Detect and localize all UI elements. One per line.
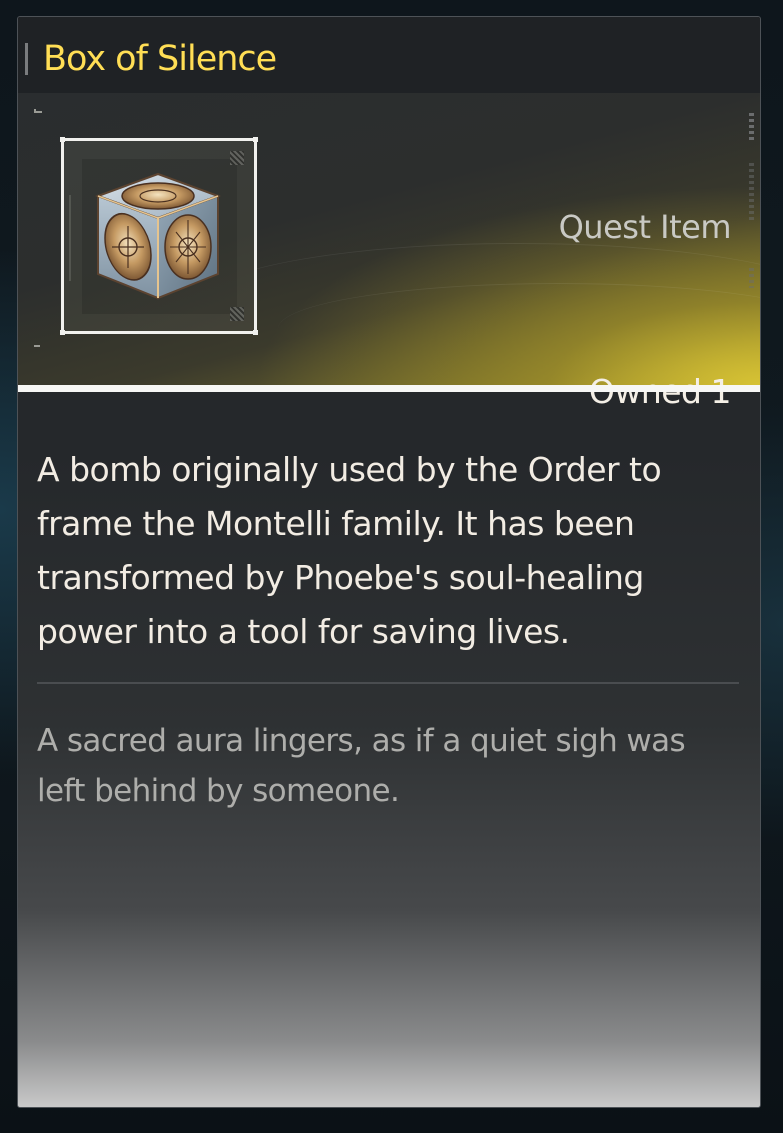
frame-corner-dot (60, 330, 65, 335)
item-header: Box of Silence (18, 17, 760, 93)
owned-count-label: Owned1 (589, 371, 732, 413)
corner-mark (34, 109, 42, 113)
section-divider (37, 682, 739, 684)
frame-corner-dot (253, 330, 258, 335)
item-description: A bomb originally used by the Order to f… (37, 450, 662, 651)
decor-dots (749, 113, 754, 143)
frame-corner-dot (60, 137, 65, 142)
decor-vertical-mark (69, 195, 89, 281)
decor-dots (749, 163, 754, 223)
item-category: Quest Item (558, 208, 732, 246)
hatch-mark (230, 151, 244, 165)
corner-mark (34, 345, 40, 353)
hatch-mark (230, 307, 244, 321)
decor-dots (749, 268, 754, 288)
item-name: Box of Silence (43, 39, 277, 79)
ornate-cube-icon (95, 172, 221, 300)
banner-divider (18, 385, 760, 392)
frame-corner-dot (253, 137, 258, 142)
header-accent-bar (25, 43, 28, 75)
item-detail-card: Box of Silence Quest Item Owned1 (17, 16, 761, 1108)
item-lore: A sacred aura lingers, as if a quiet sig… (37, 723, 686, 809)
item-thumbnail (60, 137, 258, 335)
